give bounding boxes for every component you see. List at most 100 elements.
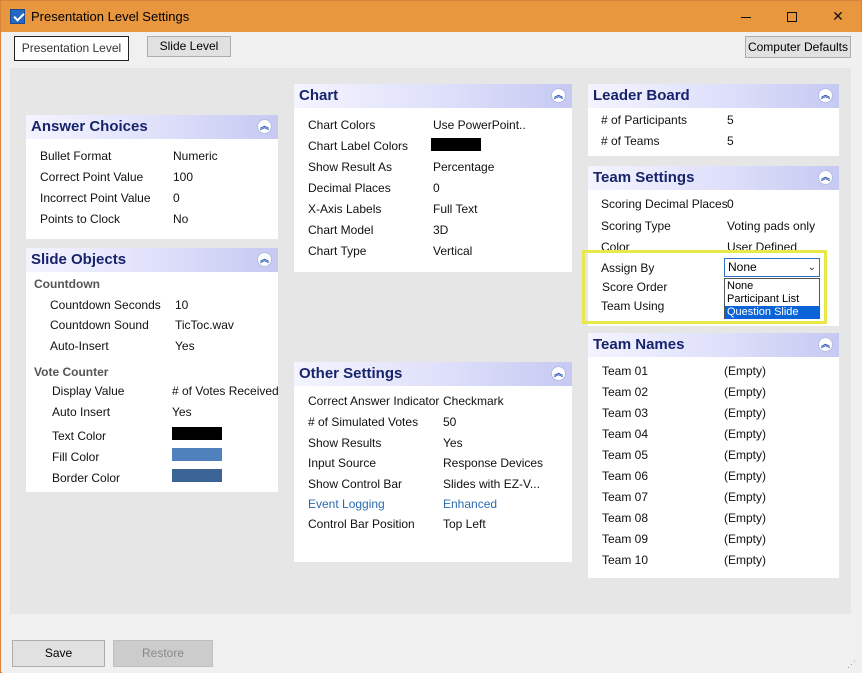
row-value: 0 (433, 181, 440, 195)
row-value: (Empty) (724, 511, 766, 525)
row-label: Incorrect Point Value (40, 191, 151, 205)
panel-title: Team Settings (593, 169, 695, 186)
collapse-icon[interactable]: ︽ (257, 119, 272, 134)
row-value: Numeric (173, 149, 218, 163)
row-label: Display Value (52, 384, 125, 398)
row-value: Response Devices (443, 456, 544, 470)
row-label: Chart Label Colors (308, 139, 409, 153)
assign-by-option-question-slide[interactable]: Question Slide (725, 306, 819, 319)
row-value: 100 (173, 170, 194, 184)
panel-title: Other Settings (299, 365, 403, 382)
row-value: 5 (727, 134, 734, 148)
panel-title: Answer Choices (31, 118, 148, 135)
slide-objects-panel: Slide Objects ︽ Countdown Countdown Seco… (26, 248, 279, 492)
chart-panel: Chart ︽ Chart Colors Use PowerPoint.. Cha… (294, 84, 572, 272)
row-label: Correct Point Value (40, 170, 144, 184)
row-value: (Empty) (724, 385, 766, 399)
restore-button[interactable]: Restore (113, 640, 213, 667)
maximize-icon (787, 12, 797, 23)
panel-header: Leader Board ︽ (588, 84, 839, 108)
row-label: Team 09 (602, 532, 649, 546)
collapse-icon[interactable]: ︽ (818, 88, 833, 103)
collapse-icon[interactable]: ︽ (551, 366, 566, 381)
row-label: Team 01 (602, 364, 649, 378)
resize-grip-icon[interactable]: ⋰ (847, 659, 857, 669)
computer-defaults-button[interactable]: Computer Defaults (745, 36, 851, 58)
panel-header: Team Names ︽ (588, 333, 839, 357)
row-label: Control Bar Position (308, 517, 415, 531)
row-label: Correct Answer Indicator (308, 394, 440, 408)
leader-board-panel: Leader Board ︽ # of Participants 5 # of T… (588, 84, 839, 156)
assign-by-select[interactable]: None ⌄ (724, 258, 820, 277)
row-value: (Empty) (724, 490, 766, 504)
countdown-group-label: Countdown (34, 277, 100, 291)
row-value: 0 (173, 191, 180, 205)
row-value: Yes (172, 405, 192, 419)
vote-counter-group-label: Vote Counter (34, 365, 109, 379)
assign-by-option-none[interactable]: None (725, 280, 819, 293)
row-label: Input Source (308, 456, 377, 470)
row-value: TicToc.wav (175, 318, 234, 332)
panel-title: Chart (299, 87, 339, 104)
chevron-down-icon: ⌄ (807, 262, 816, 273)
row-value: Top Left (443, 517, 486, 531)
fill-color-swatch[interactable] (172, 448, 222, 461)
row-label: Bullet Format (40, 149, 112, 163)
panel-title: Leader Board (593, 87, 690, 104)
close-button[interactable]: ✕ (815, 1, 861, 32)
row-value: Vertical (433, 244, 473, 258)
row-label: Points to Clock (40, 212, 121, 226)
row-value: (Empty) (724, 532, 766, 546)
row-value: Yes (443, 436, 463, 450)
row-value: Enhanced (443, 497, 498, 511)
row-label: Scoring Decimal Places (601, 197, 728, 211)
assign-by-option-participant-list[interactable]: Participant List (725, 293, 819, 306)
chart-label-color-swatch[interactable] (431, 138, 481, 151)
row-label: Fill Color (52, 450, 100, 464)
collapse-icon[interactable]: ︽ (818, 170, 833, 185)
row-label: Team 05 (602, 448, 649, 462)
row-value: Use PowerPoint.. (433, 118, 526, 132)
row-value: Yes (175, 339, 195, 353)
tab-presentation-level[interactable]: Presentation Level (14, 36, 129, 61)
collapse-icon[interactable]: ︽ (818, 337, 833, 352)
tab-slide-level[interactable]: Slide Level (147, 36, 231, 57)
panel-header: Chart ︽ (294, 84, 572, 108)
collapse-icon[interactable]: ︽ (257, 252, 272, 267)
maximize-button[interactable] (769, 1, 815, 32)
row-label: Countdown Sound (50, 318, 149, 332)
row-value: (Empty) (724, 406, 766, 420)
row-label: # of Teams (601, 134, 660, 148)
other-settings-panel: Other Settings ︽ Correct Answer Indicato… (294, 362, 572, 562)
row-value: (Empty) (724, 469, 766, 483)
row-label: Team 10 (602, 553, 649, 567)
border-color-swatch[interactable] (172, 469, 222, 482)
row-label: Team 08 (602, 511, 649, 525)
row-value: Voting pads only (727, 219, 816, 233)
title-bar[interactable]: Presentation Level Settings ✕ (1, 1, 861, 32)
row-label: Team 04 (602, 427, 649, 441)
row-label: Border Color (52, 471, 121, 485)
row-label: Team 02 (602, 385, 649, 399)
row-label: Team 07 (602, 490, 649, 504)
row-value: 10 (175, 298, 189, 312)
window-title: Presentation Level Settings (31, 9, 190, 24)
row-value: Checkmark (443, 394, 504, 408)
panel-header: Team Settings ︽ (588, 166, 839, 190)
collapse-icon[interactable]: ︽ (551, 88, 566, 103)
assign-by-dropdown-list: None Participant List Question Slide (724, 278, 820, 319)
text-color-swatch[interactable] (172, 427, 222, 440)
row-label: Chart Model (308, 223, 374, 237)
row-value: 5 (727, 113, 734, 127)
minimize-button[interactable] (723, 1, 769, 32)
save-button[interactable]: Save (12, 640, 105, 667)
app-icon (10, 9, 25, 24)
row-value: Full Text (433, 202, 478, 216)
answer-choices-panel: Answer Choices ︽ Bullet Format Numeric Co… (26, 115, 278, 239)
minimize-icon (741, 16, 751, 18)
row-label: Chart Type (308, 244, 367, 258)
row-value: 3D (433, 223, 449, 237)
panel-title: Team Names (593, 336, 685, 353)
row-value: # of Votes Received (172, 384, 279, 398)
panel-title: Slide Objects (31, 251, 127, 268)
